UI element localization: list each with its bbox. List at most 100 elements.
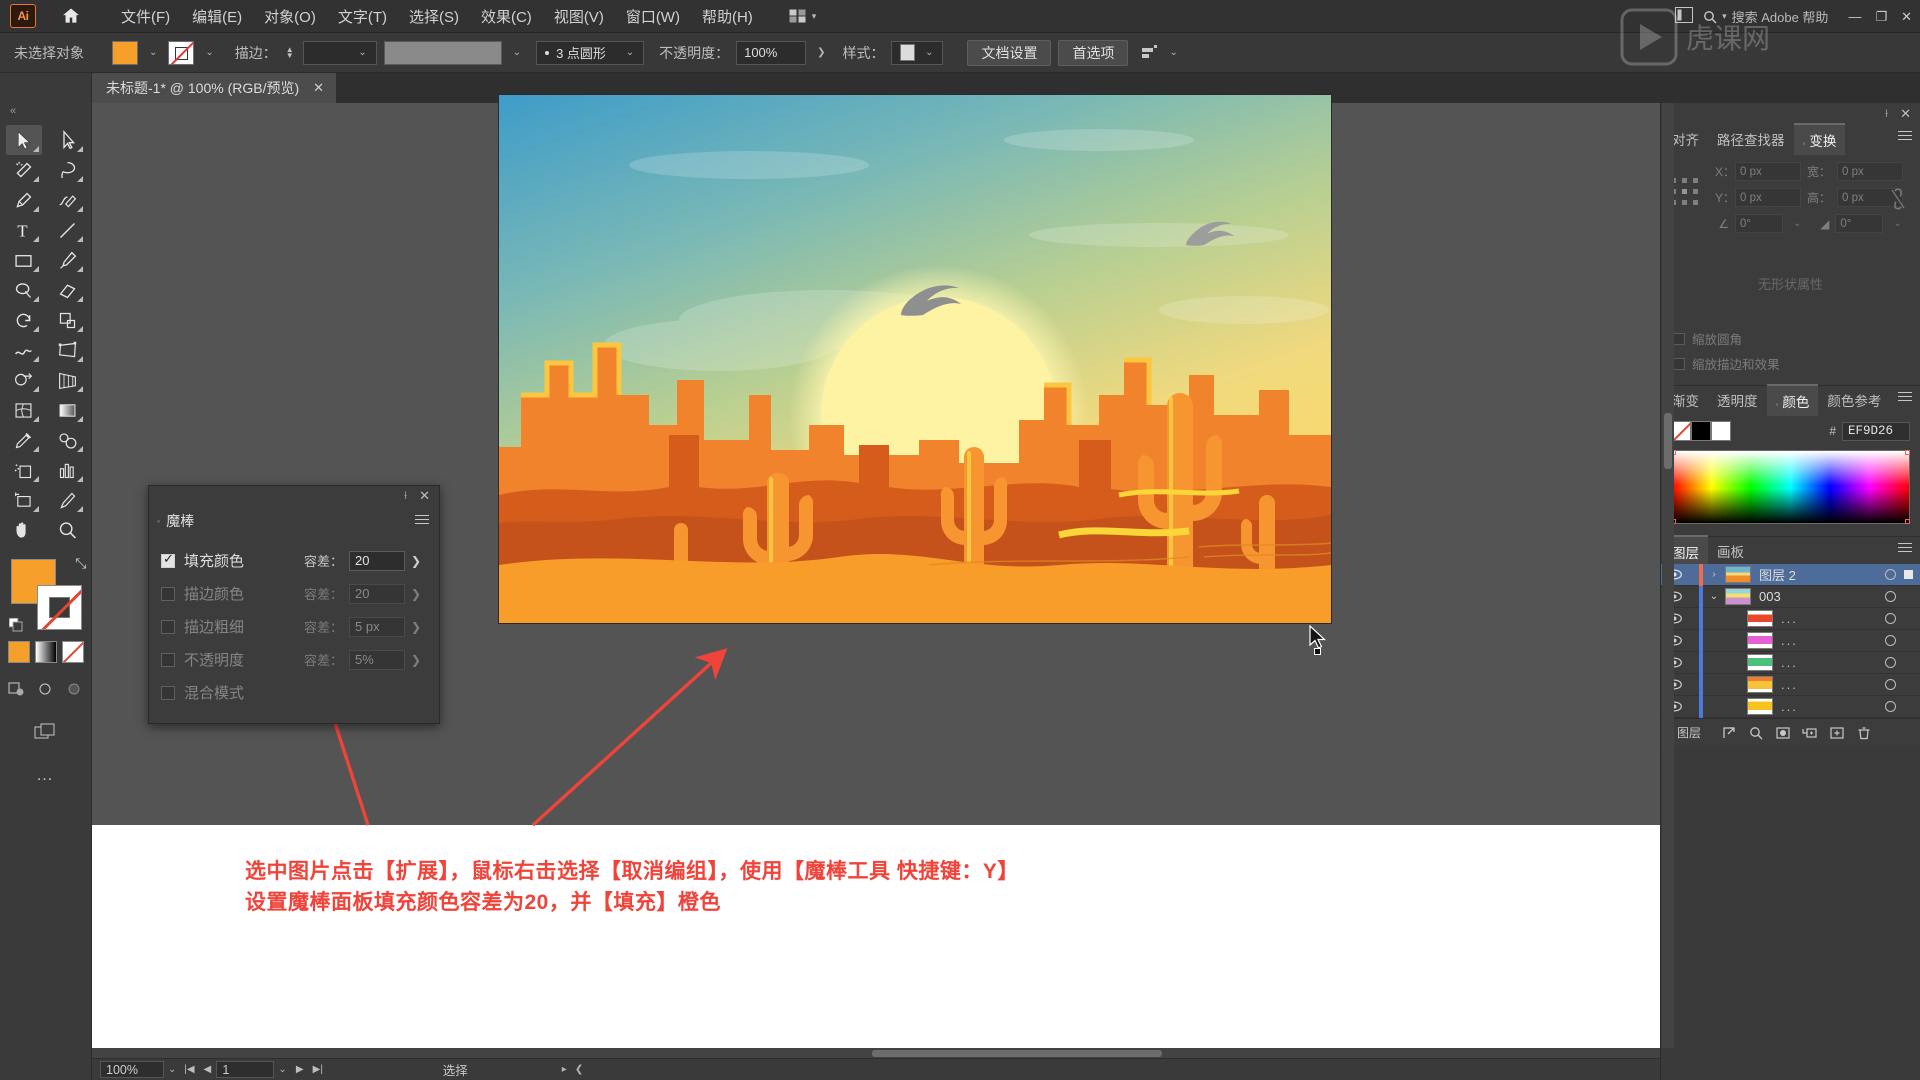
brush-definition-select[interactable]: 3 点圆形 ⌄ — [536, 40, 645, 65]
prev-artboard-button[interactable]: ◀ — [198, 1064, 216, 1075]
default-fill-stroke-icon[interactable] — [8, 617, 24, 633]
artboard-tool[interactable] — [6, 485, 42, 515]
transform-x-input[interactable]: 0 px — [1735, 162, 1801, 181]
layer-row-item-3[interactable]: ... — [1661, 651, 1920, 674]
target-indicator[interactable] — [1876, 657, 1904, 668]
object-name[interactable]: ... — [1781, 699, 1876, 714]
checkbox-blending-mode[interactable] — [161, 685, 175, 700]
shear-angle-chevron-icon[interactable]: ⌄ — [1889, 218, 1905, 229]
menu-item-file[interactable]: 文件(F) — [110, 2, 181, 31]
zoom-level-input[interactable]: 100% — [100, 1061, 164, 1078]
checkbox-opacity[interactable] — [161, 652, 175, 667]
pen-tool[interactable] — [6, 185, 42, 215]
panel-menu-icon[interactable] — [1898, 543, 1912, 555]
preferences-button[interactable]: 首选项 — [1058, 39, 1129, 66]
object-name[interactable]: ... — [1781, 655, 1876, 670]
stroke-dropdown-chevron-icon[interactable]: ⌄ — [201, 47, 217, 58]
color-spectrum-ramp[interactable] — [1671, 450, 1910, 524]
fill-dropdown-chevron-icon[interactable]: ⌄ — [145, 47, 161, 58]
stroke-profile-preview[interactable] — [383, 40, 502, 65]
collapse-icon[interactable]: « — [10, 105, 16, 117]
target-indicator[interactable] — [1876, 569, 1904, 580]
color-mode-gradient-icon[interactable] — [34, 641, 57, 663]
scale-tool[interactable] — [50, 305, 86, 335]
close-icon[interactable]: ✕ — [419, 488, 430, 504]
draw-inside-icon[interactable] — [66, 681, 83, 701]
blend-tool[interactable] — [50, 425, 86, 455]
collapse-chevron-icon[interactable]: ⌄ — [1703, 591, 1725, 602]
panel-menu-icon[interactable] — [1898, 392, 1912, 404]
swatch-none-icon[interactable] — [1671, 421, 1691, 441]
free-transform-tool[interactable] — [50, 335, 86, 365]
rotate-angle-chevron-icon[interactable]: ⌄ — [1789, 218, 1805, 229]
type-tool[interactable]: T — [6, 215, 42, 245]
tab-transparency[interactable]: 透明度 — [1708, 385, 1767, 415]
shape-builder-tool[interactable] — [6, 365, 42, 395]
magic-wand-row-stroke-color[interactable]: 描边颜色 容差： 20 ❯ — [161, 577, 427, 610]
canvas-horizontal-scrollbar[interactable] — [92, 1048, 1660, 1058]
screen-mode-icon[interactable] — [34, 723, 58, 747]
tolerance-expand-icon-fill[interactable]: ❯ — [405, 551, 427, 571]
artboard-chevron-icon[interactable]: ⌄ — [274, 1064, 290, 1075]
last-artboard-button[interactable]: ▶| — [309, 1064, 327, 1075]
scale-corners-row[interactable]: 缩放圆角 — [1673, 329, 1908, 348]
status-resize-icon[interactable]: ❮ — [571, 1064, 587, 1075]
draw-normal-icon[interactable] — [8, 681, 25, 701]
stroke-color-swatch[interactable] — [168, 40, 195, 65]
new-layer-icon[interactable] — [1823, 722, 1850, 744]
layer-row-item-2[interactable]: ... — [1661, 629, 1920, 652]
tab-color[interactable]: ◦ 颜色 — [1766, 383, 1819, 416]
tab-magic-wand[interactable]: ◦ 魔棒 — [157, 511, 194, 531]
checkbox-fill-color[interactable] — [161, 551, 175, 568]
shear-angle-input[interactable]: 0° — [1835, 214, 1884, 233]
menu-item-object[interactable]: 对象(O) — [253, 2, 327, 31]
home-icon[interactable] — [58, 3, 84, 29]
line-segment-tool[interactable] — [50, 215, 86, 245]
checkbox-scale-corners[interactable] — [1673, 332, 1685, 345]
vertical-scroll-thumb[interactable] — [1664, 413, 1672, 469]
fill-color-swatch[interactable] — [112, 40, 138, 65]
rotate-tool[interactable] — [6, 305, 42, 335]
magic-wand-row-stroke-weight[interactable]: 描边粗细 容差： 5 px ❯ — [161, 610, 427, 643]
layer-name[interactable]: 003 — [1759, 589, 1876, 604]
magic-wand-row-fill-color[interactable]: 填充颜色 容差： 20 ❯ — [161, 544, 427, 577]
menu-item-help[interactable]: 帮助(H) — [691, 2, 764, 31]
graphic-style-select[interactable]: ⌄ — [891, 40, 944, 65]
workspace-switcher[interactable]: ▾ — [782, 6, 824, 26]
eraser-tool[interactable] — [50, 275, 86, 305]
gradient-tool[interactable] — [50, 395, 86, 425]
hand-tool[interactable] — [6, 515, 42, 545]
layer-name[interactable]: 图层 2 — [1759, 565, 1876, 584]
magic-wand-tool[interactable] — [6, 155, 42, 185]
collapse-icon[interactable]: ⟊ — [1885, 108, 1888, 121]
tab-pathfinder[interactable]: 路径查找器 — [1708, 124, 1794, 154]
checkbox-stroke-color[interactable] — [161, 586, 175, 601]
new-sublayer-icon[interactable] — [1796, 722, 1823, 744]
maximize-button[interactable]: ❐ — [1875, 9, 1887, 25]
target-indicator[interactable] — [1876, 635, 1904, 646]
locate-object-icon[interactable] — [1715, 722, 1742, 744]
object-name[interactable]: ... — [1781, 677, 1876, 692]
width-tool[interactable] — [6, 335, 42, 365]
selection-tool[interactable] — [5, 125, 42, 155]
object-name[interactable]: ... — [1781, 611, 1876, 626]
tab-artboards[interactable]: 画板 — [1708, 536, 1753, 566]
canvas-vertical-scrollbar[interactable] — [1662, 103, 1674, 1048]
zoom-chevron-icon[interactable]: ⌄ — [164, 1064, 180, 1075]
search-icon[interactable] — [1742, 722, 1769, 744]
menu-item-effect[interactable]: 效果(C) — [470, 2, 543, 31]
transform-y-input[interactable]: 0 px — [1735, 188, 1801, 207]
color-mode-none-icon[interactable] — [61, 641, 84, 663]
zoom-tool[interactable] — [50, 515, 86, 545]
perspective-grid-tool[interactable] — [50, 365, 86, 395]
rotate-angle-input[interactable]: 0° — [1735, 214, 1783, 233]
transform-w-input[interactable]: 0 px — [1837, 162, 1903, 181]
paintbrush-tool[interactable] — [50, 245, 86, 275]
target-indicator[interactable] — [1876, 679, 1904, 690]
tolerance-input-stroke-weight[interactable]: 5 px — [349, 616, 405, 637]
object-name[interactable]: ... — [1781, 633, 1876, 648]
curvature-tool[interactable] — [50, 185, 86, 215]
shaper-tool[interactable] — [6, 275, 42, 305]
menu-item-edit[interactable]: 编辑(E) — [181, 2, 253, 31]
make-mask-icon[interactable] — [1769, 722, 1796, 744]
